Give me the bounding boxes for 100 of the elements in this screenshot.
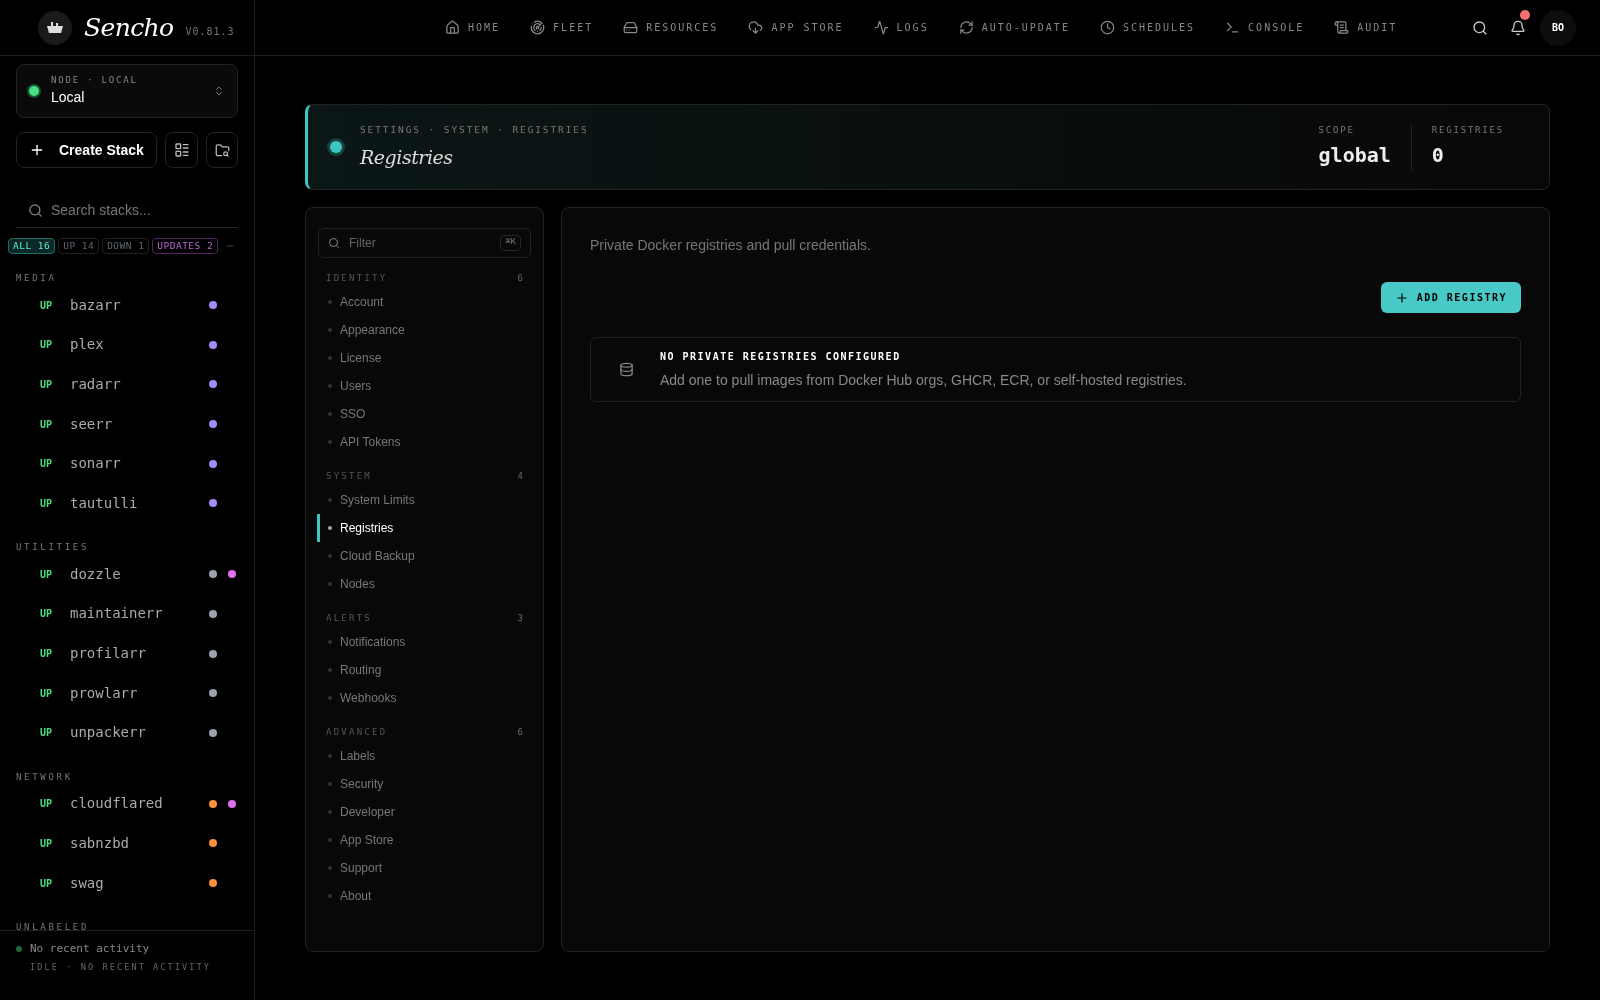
database-icon (619, 362, 634, 377)
stat-label: SCOPE (1318, 124, 1356, 138)
nav-link[interactable]: AUDIT (1334, 20, 1398, 35)
nav-icon (873, 20, 889, 35)
settings-nav-item[interactable]: API Tokens (317, 428, 531, 456)
stack-item[interactable]: UP unpackerr (0, 712, 254, 753)
settings-nav-item[interactable]: Cloud Backup (317, 542, 531, 570)
stack-name: plex (70, 335, 105, 355)
stat-value: global (1318, 141, 1391, 169)
nav-link[interactable]: LOGS (873, 20, 929, 35)
settings-nav-item[interactable]: SSO (317, 400, 531, 428)
stack-name: unpackerr (70, 723, 147, 743)
stack-item[interactable]: UP plex (0, 325, 254, 365)
group-count: 6 (517, 726, 523, 740)
settings-nav-item[interactable]: System Limits (317, 486, 531, 514)
settings-nav-item[interactable]: Appearance (317, 316, 531, 344)
group-count: 6 (517, 272, 523, 286)
list-view-button[interactable] (164, 132, 199, 168)
status-label: UP (40, 797, 54, 812)
filter-chip[interactable]: UP 14 (58, 238, 100, 254)
status-label: UP (40, 686, 54, 701)
stack-name: maintainerr (70, 604, 164, 624)
folder-search-icon (214, 142, 230, 158)
settings-nav-item[interactable]: Users (317, 372, 531, 400)
group-heading: SYSTEM (326, 470, 372, 484)
stack-name: dozzle (70, 564, 122, 584)
add-registry-button[interactable]: ADD REGISTRY (1380, 282, 1521, 313)
settings-nav-item[interactable]: Account (317, 288, 531, 316)
settings-nav-item[interactable]: Security (317, 770, 531, 798)
nav-link[interactable]: RESOURCES (623, 20, 719, 35)
stack-item[interactable]: UP tautulli (0, 483, 254, 524)
filter-chip[interactable]: DOWN 1 (102, 238, 150, 254)
stack-item[interactable]: UP seerr (0, 404, 254, 444)
bell-icon[interactable] (1510, 19, 1526, 36)
group-heading: UNLABELED (15, 920, 91, 930)
stack-item[interactable]: UP bazarr (0, 285, 254, 326)
stack-item[interactable]: UP swag (0, 863, 254, 903)
avatar[interactable]: BO (1540, 9, 1576, 46)
nav-icon (748, 20, 764, 35)
status-label: UP (40, 607, 54, 622)
group-heading: ALERTS (326, 612, 372, 626)
shortcut-hint: ⌘K (500, 235, 521, 251)
stack-name: profilarr (70, 644, 147, 664)
settings-nav-item[interactable]: Nodes (317, 570, 531, 598)
settings-nav-item[interactable]: Labels (317, 742, 531, 770)
status-label: UP (40, 457, 54, 472)
settings-nav-item[interactable]: App Store (317, 826, 531, 854)
group-count: 3 (517, 612, 523, 626)
nav-link[interactable]: FLEET (530, 20, 594, 35)
stack-name: sonarr (70, 454, 122, 474)
empty-state-text: Add one to pull images from Docker Hub orgs, GHCR, ECR, or self-hosted registries. (660, 370, 1187, 390)
plus-icon (29, 142, 45, 158)
nav-icon (958, 20, 974, 35)
stack-name: swag (70, 873, 105, 893)
settings-nav-item[interactable]: Webhooks (317, 684, 531, 712)
stack-item[interactable]: UP dozzle (0, 554, 254, 595)
stat-label: REGISTRIES (1431, 124, 1504, 138)
nav-link[interactable]: HOME (445, 20, 501, 35)
group-heading: ADVANCED (326, 726, 388, 740)
nav-link[interactable]: CONSOLE (1225, 20, 1305, 35)
status-label: UP (40, 338, 54, 353)
filter-chip[interactable]: ALL 16 (8, 238, 56, 254)
stack-name: seerr (70, 414, 114, 434)
status-label: UP (40, 298, 54, 313)
folder-search-button[interactable] (206, 132, 238, 168)
nav-icon (530, 20, 546, 35)
nav-link[interactable]: AUTO-UPDATE (958, 20, 1070, 35)
settings-nav-item[interactable]: Registries (317, 514, 531, 542)
filter-chip[interactable]: UPDATES 2 (152, 238, 219, 254)
stack-item[interactable]: UP sonarr (0, 443, 254, 484)
search-field[interactable]: Search stacks... (16, 192, 238, 228)
brand-name: Sencho (84, 11, 174, 44)
settings-nav-item[interactable]: Developer (317, 798, 531, 826)
create-stack-button[interactable]: Create Stack (16, 132, 157, 168)
settings-nav-item[interactable]: License (317, 344, 531, 372)
settings-nav-item[interactable]: Routing (317, 656, 531, 684)
stack-item[interactable]: UP radarr (0, 364, 254, 405)
nav-icon (1225, 20, 1241, 35)
nav-icon (1334, 20, 1350, 35)
group-heading: NETWORK (15, 770, 74, 784)
panel-description: Private Docker registries and pull credentials. (590, 236, 872, 255)
nav-link[interactable]: SCHEDULES (1099, 20, 1196, 35)
stack-item[interactable]: UP prowlarr (0, 673, 254, 713)
stack-name: prowlarr (70, 683, 139, 703)
node-name: Local (51, 88, 86, 108)
group-heading: IDENTITY (326, 272, 388, 286)
stack-item[interactable]: UP cloudflared (0, 784, 254, 824)
search-icon (328, 237, 340, 249)
nav-link[interactable]: APP STORE (748, 20, 844, 35)
settings-nav-item[interactable]: Notifications (317, 628, 531, 656)
node-selector[interactable]: NODE · LOCAL Local (16, 64, 238, 118)
search-icon[interactable] (1472, 19, 1488, 36)
group-heading: UTILITIES (15, 541, 91, 555)
status-label: UP (40, 647, 54, 662)
stack-item[interactable]: UP sabnzbd (0, 823, 254, 864)
settings-nav-item[interactable]: About (317, 882, 531, 910)
stack-item[interactable]: UP maintainerr (0, 594, 254, 634)
status-label: UP (40, 567, 54, 582)
settings-nav-item[interactable]: Support (317, 854, 531, 882)
stack-item[interactable]: UP profilarr (0, 633, 254, 674)
